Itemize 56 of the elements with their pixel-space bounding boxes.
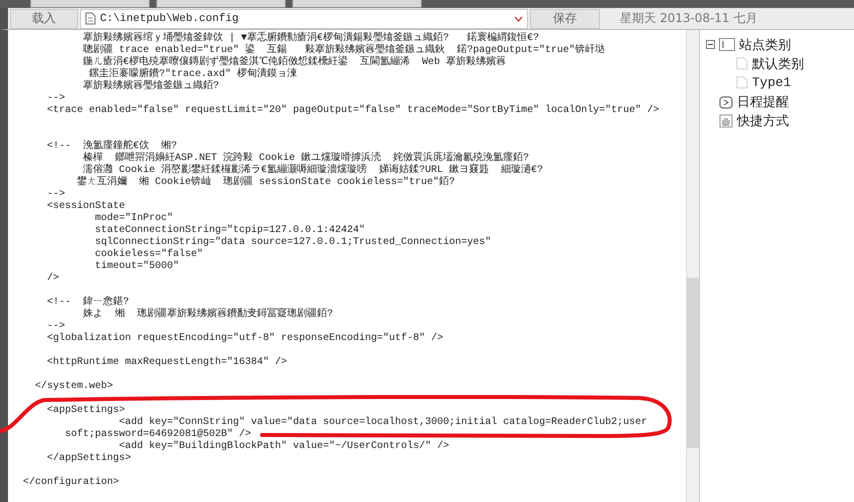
collapse-icon[interactable] (706, 40, 715, 49)
code-line: /> (46, 273, 60, 284)
tree-item[interactable]: 快捷方式 (706, 111, 854, 130)
code-line: 榛樿 鎯呭喌涓嬶紝ASP.NET 浣跨敤 Cookie 鏉ユ爣璇嗗摢浜涜 姹傚睘浜庣壒瀹氱殑浼氳瘽銆? (82, 153, 530, 164)
path-field[interactable]: C:\inetpub\Web.config (80, 8, 528, 28)
code-line: <httpRuntime maxRequestLength="16384" /> (46, 357, 288, 368)
browser-tab[interactable] (30, 0, 150, 8)
tree-label: 快捷方式 (737, 112, 789, 130)
code-line: soft;password=64692081@502B" /> (64, 429, 252, 440)
code-line: </appSettings> (46, 453, 132, 464)
code-line: mode="InProc" (94, 213, 174, 224)
code-line: <trace enabled="false" requestLimit="20" pageOutput="false" traceMode="SortByTime" localOnly="true" /> (46, 105, 660, 116)
tree-label: 默认类别 (752, 56, 804, 72)
code-line: cookieless="false" (94, 249, 204, 260)
document-icon (736, 57, 748, 70)
tree-item[interactable]: Type1 (706, 73, 854, 92)
code-line: 聰剧疆 trace enabled="true" 鍙 互鍚 敤搴旂敤绋嬪簭璺熻釜鏃ュ織鈥 鍩?pageOutput="true"锛屽垯 (82, 45, 606, 56)
code-line: --> (46, 93, 66, 104)
path-text: C:\inetpub\Web.config (100, 12, 240, 24)
tree-item[interactable]: 站点类别 (706, 35, 854, 54)
code-line: <appSettings> (46, 405, 126, 416)
code-line: stateConnectionString="tcpip=127.0.0.1:42424" (94, 225, 366, 236)
tree-item[interactable]: 默认类别 (706, 54, 854, 73)
dropdown-caret-icon[interactable] (514, 16, 523, 22)
code-line: 姝よ 缃 璁剧疆搴旂敤绋嬪簭鐨勫叏鐞冨寲璁剧疆銆? (82, 309, 334, 320)
code-line: </system.web> (34, 381, 114, 392)
box-icon (719, 38, 735, 51)
code-line: --> (46, 189, 66, 200)
tree-label: 站点类别 (739, 36, 791, 54)
code-line: 搴旂敤绋嬪簭璺熻釜鏃ュ織銆? (82, 81, 220, 92)
code-line: <!-- 鍏ㄧ悆鍖? (46, 297, 130, 308)
code-line: 鐢ㄤ互涓嬭 缃 Cookie锛屾 璁剧疆 sessionState cookieless="true"銆? (76, 177, 456, 188)
scrollbar[interactable] (686, 30, 699, 502)
tree-label: Type1 (752, 75, 792, 90)
load-button[interactable]: 载入 (10, 8, 78, 28)
code-line: </configuration> (23, 477, 120, 488)
code-line: <sessionState (46, 201, 126, 212)
browser-tab[interactable] (292, 0, 422, 8)
save-button[interactable]: 保存 (530, 8, 600, 28)
code-line: 鍦ㄦ瘡涓€椤电殑搴曢儴鏄剧ず璺熻釜淇℃伅銆傚惁鍒欙紝鍙 互閫氳繃浠 Web 搴旂敤绋嬪簭 (82, 57, 506, 68)
code-line: <add key="BuildingBlockPath" value="~/UserControls/" /> (118, 441, 450, 452)
tree-label: 日程提醒 (737, 94, 789, 110)
code-line: <globalization requestEncoding="utf-8" responseEncoding="utf-8" /> (46, 333, 444, 344)
code-line: sqlConnectionString="data source=127.0.0.1;Trusted_Connection=yes" (94, 237, 492, 248)
code-line: <!-- 浼氳瘽鐘舵€佽 缃? (46, 141, 178, 152)
code-line: --> (46, 321, 66, 332)
file-icon (85, 12, 96, 25)
tree-item[interactable]: 日程提醒 (706, 92, 854, 111)
code-line: 鏍圭洰褰曚腑鐨?"trace.axd" 椤甸潰鏌ョ湅 (89, 69, 298, 80)
browser-tab[interactable] (156, 0, 286, 8)
date-text: 星期天 2013-08-11 七月 (620, 10, 758, 27)
code-line: 濡傛灉 Cookie 涓嶅彲鐢紝鍒欏彲浠ラ€氳繃灏嗕細璇濇爣璇嗙 娣诲姞鍒?URL 鏉ヨ窡韪 細璇濄€? (83, 165, 544, 176)
document-icon (736, 76, 748, 89)
code-line: timeout="5000" (94, 261, 180, 272)
code-line: <add key="ConnString" value="data source=localhost,3000;initial catalog=ReaderClub2;user (118, 417, 648, 428)
code-line: 搴旂敤绋嬪簭绾ｙ埇璺熻釜鍏佽 | ▼搴忎腑鐨勬瘡涓€椤甸潰鍚敤璺熻釜鏃ュ織銆? 鍩寰楄緭鍑恒€? (82, 33, 540, 44)
